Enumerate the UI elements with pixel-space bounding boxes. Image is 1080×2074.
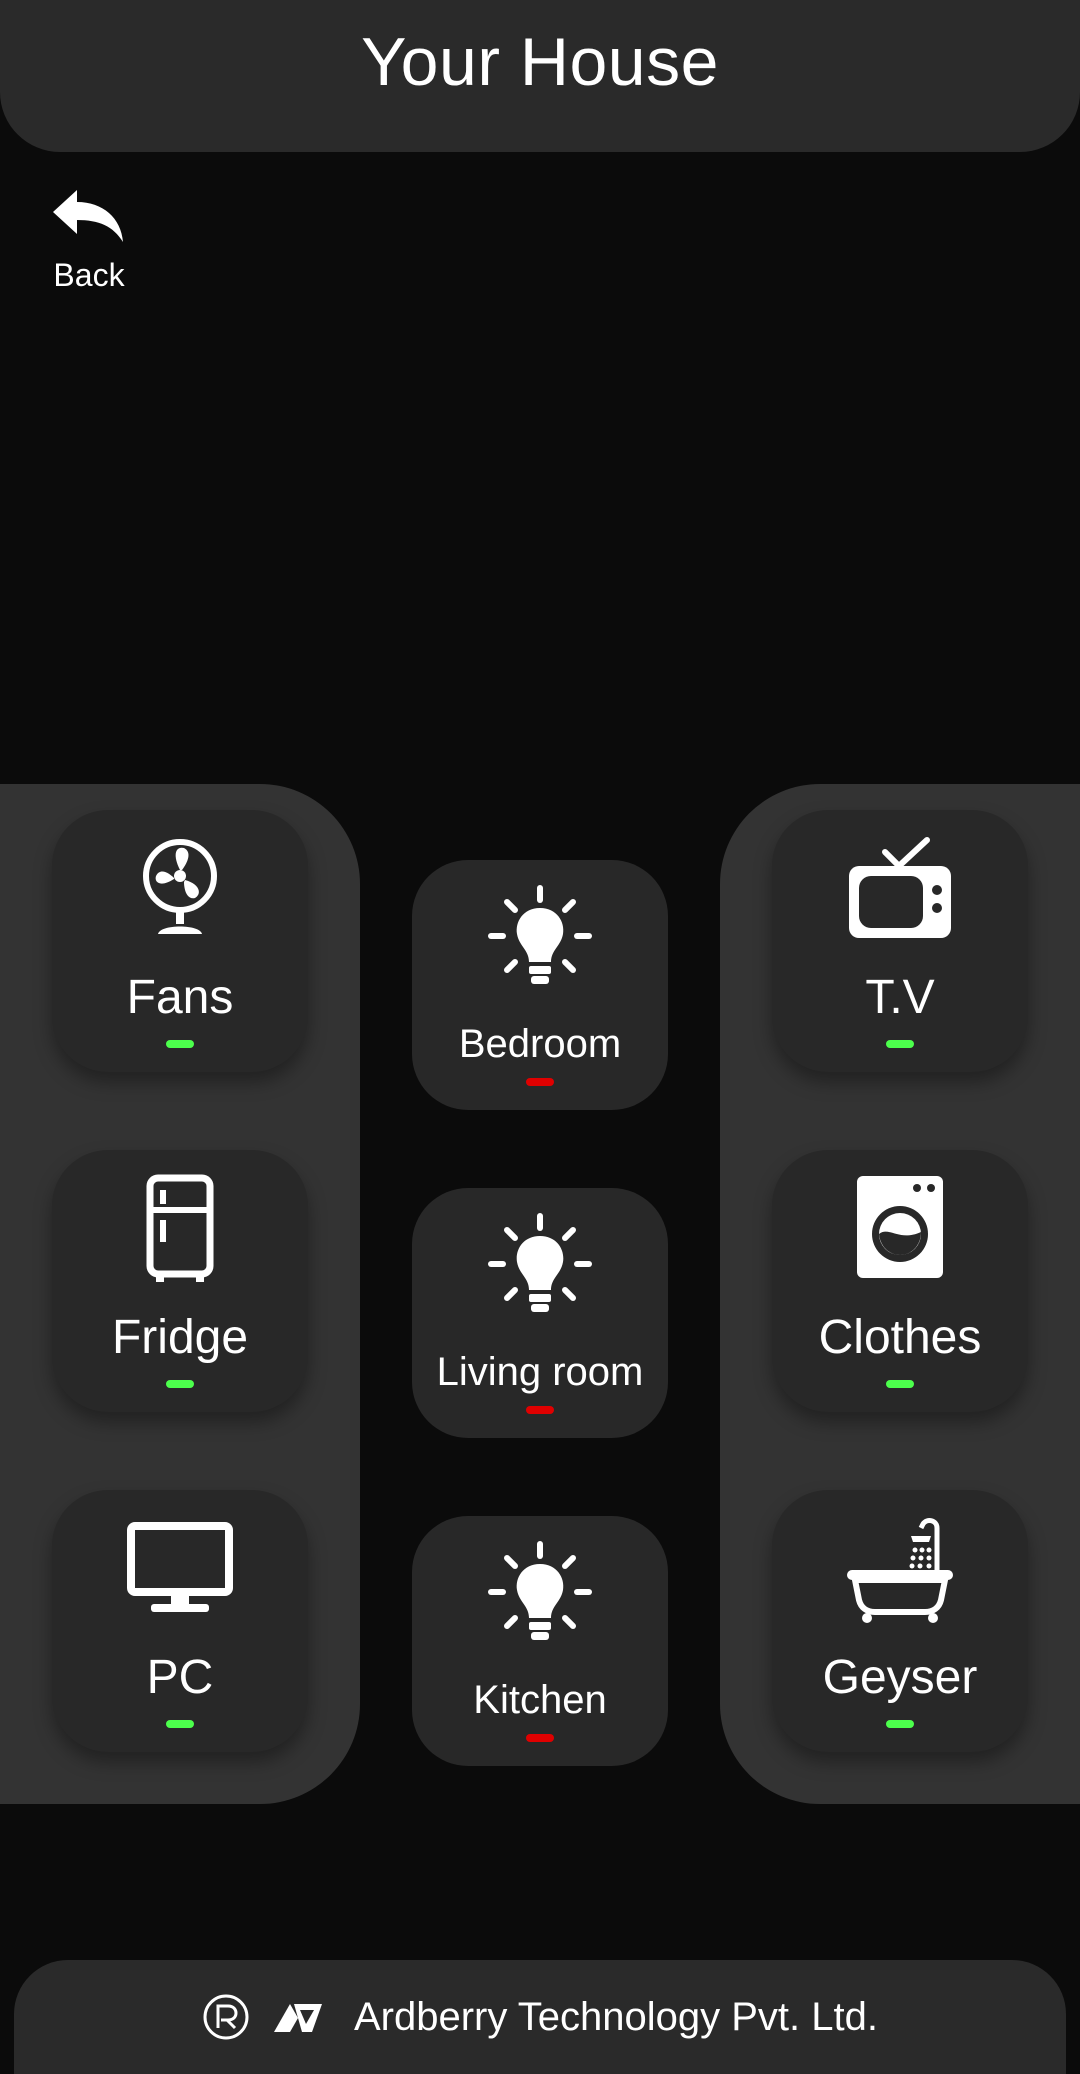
device-label: Fridge (111, 1311, 249, 1364)
status-indicator-on (166, 1040, 194, 1048)
lightbulb-icon (412, 1212, 668, 1320)
status-indicator-off (526, 1406, 554, 1414)
registered-mark-icon (202, 1993, 250, 2041)
status-indicator-off (526, 1734, 554, 1742)
device-label: Fans (126, 971, 234, 1024)
fan-icon (52, 834, 308, 944)
lightbulb-icon (412, 1540, 668, 1648)
footer-bar: Ardberry Technology Pvt. Ltd. (14, 1960, 1066, 2074)
company-logo-icon (272, 2000, 324, 2034)
room-tile-kitchen[interactable]: Kitchen (412, 1516, 668, 1766)
device-label: PC (146, 1651, 214, 1704)
room-tile-living-room[interactable]: Living room (412, 1188, 668, 1438)
back-arrow-icon (51, 188, 127, 249)
fridge-icon (52, 1174, 308, 1284)
room-label: Living room (436, 1350, 644, 1394)
lightbulb-icon (412, 884, 668, 992)
device-tile-fans[interactable]: Fans (52, 810, 308, 1072)
monitor-icon (52, 1514, 308, 1624)
bathtub-icon (772, 1514, 1028, 1624)
company-name: Ardberry Technology Pvt. Ltd. (354, 1994, 878, 2039)
room-label: Kitchen (473, 1678, 607, 1722)
washing-machine-icon (772, 1174, 1028, 1284)
status-indicator-on (886, 1720, 914, 1728)
device-tile-fridge[interactable]: Fridge (52, 1150, 308, 1412)
status-indicator-on (886, 1380, 914, 1388)
device-label: Geyser (822, 1651, 978, 1704)
tv-icon (772, 834, 1028, 944)
room-tile-bedroom[interactable]: Bedroom (412, 860, 668, 1110)
device-tile-pc[interactable]: PC (52, 1490, 308, 1752)
status-indicator-on (886, 1040, 914, 1048)
device-tile-tv[interactable]: T.V (772, 810, 1028, 1072)
room-label: Bedroom (458, 1022, 622, 1066)
device-label: T.V (865, 971, 935, 1024)
back-label: Back (53, 257, 125, 293)
device-tile-geyser[interactable]: Geyser (772, 1490, 1028, 1752)
status-indicator-on (166, 1720, 194, 1728)
status-indicator-off (526, 1078, 554, 1086)
header-bar: Your House (0, 0, 1080, 152)
page-title: Your House (361, 24, 719, 100)
status-indicator-on (166, 1380, 194, 1388)
device-label: Clothes (818, 1311, 982, 1364)
device-tile-clothes[interactable]: Clothes (772, 1150, 1028, 1412)
back-button[interactable]: Back (46, 188, 132, 300)
